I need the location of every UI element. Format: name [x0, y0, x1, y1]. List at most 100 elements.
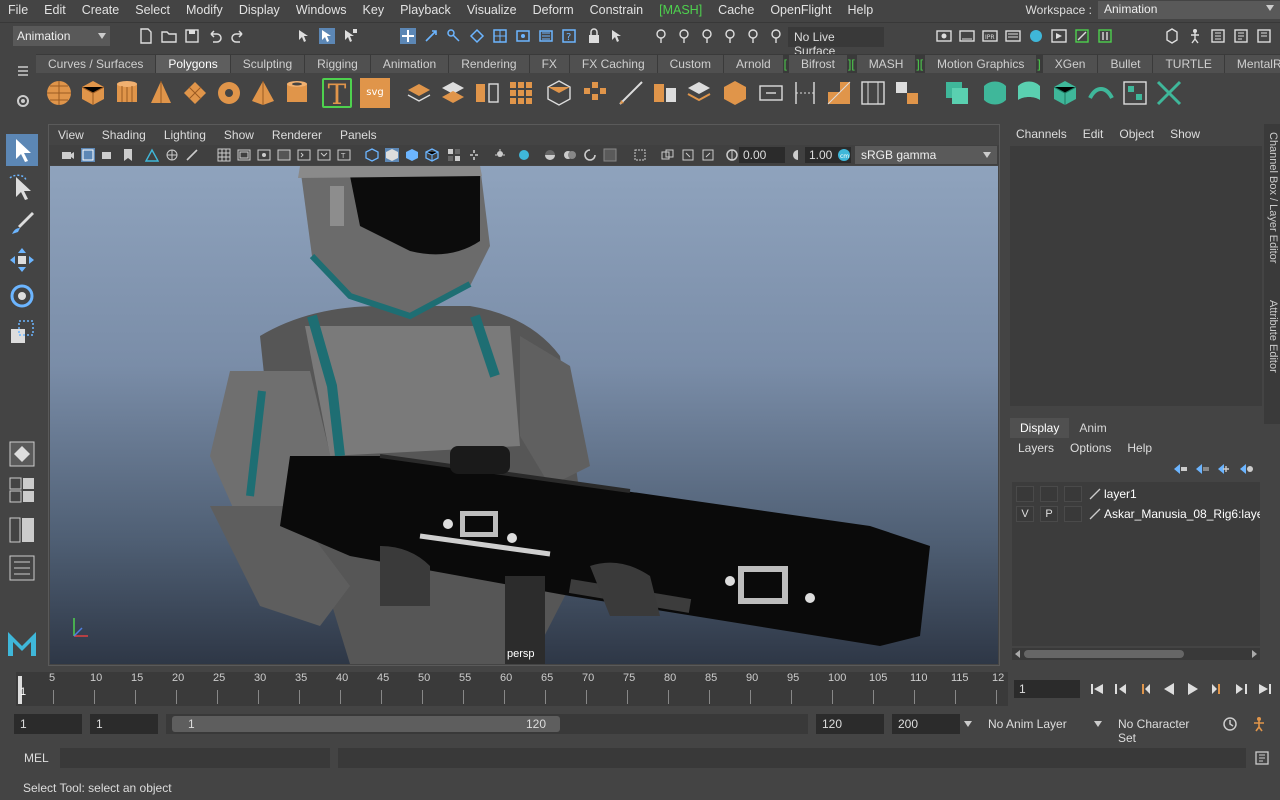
- layer-color-swatch-icon[interactable]: [1088, 507, 1102, 521]
- menu-modify[interactable]: Modify: [178, 3, 231, 17]
- multi-cut-icon[interactable]: [616, 78, 646, 108]
- combine-icon[interactable]: [404, 78, 434, 108]
- ipr-render-icon[interactable]: IPR: [982, 28, 998, 44]
- new-scene-icon[interactable]: [138, 28, 154, 44]
- use-all-lights-icon[interactable]: [447, 148, 461, 162]
- layer-display-type-toggle[interactable]: [1064, 486, 1082, 502]
- layer-display-type-toggle[interactable]: [1064, 506, 1082, 522]
- four-view-layout-icon[interactable]: [6, 474, 38, 506]
- human-ik-icon[interactable]: [1187, 28, 1203, 44]
- select-hierarchy-icon[interactable]: [296, 28, 312, 44]
- quad-draw-icon[interactable]: [824, 78, 854, 108]
- shelf-tab-arnold[interactable]: Arnold: [723, 55, 783, 73]
- layer-visibility-toggle[interactable]: V: [1016, 506, 1034, 522]
- outliner-icon[interactable]: [6, 552, 38, 584]
- menu-create[interactable]: Create: [74, 3, 128, 17]
- chevron-down-icon[interactable]: [1094, 721, 1102, 727]
- layer-visibility-toggle[interactable]: [1016, 486, 1034, 502]
- layer-name[interactable]: Askar_Manusia_08_Rig6:layer: [1104, 507, 1260, 521]
- poly-cylinder-icon[interactable]: [112, 78, 142, 108]
- grid-toggle-icon[interactable]: [145, 148, 159, 162]
- channel-box-menu-object[interactable]: Object: [1111, 127, 1162, 141]
- exposure-field[interactable]: 0.00: [739, 147, 785, 163]
- range-slider-thumb[interactable]: 1 120: [172, 716, 560, 732]
- anim-layer-field[interactable]: No Anim Layer: [982, 714, 1082, 734]
- menu-mash[interactable]: [MASH]: [651, 3, 710, 17]
- range-slider[interactable]: 1 120: [166, 714, 808, 734]
- pick-mask-dynamics-icon[interactable]: [538, 28, 554, 44]
- pick-mask-joints-icon[interactable]: [446, 28, 462, 44]
- merge-icon[interactable]: [756, 78, 786, 108]
- insert-edge-loop-icon[interactable]: [858, 78, 888, 108]
- snap-to-projected-center-icon[interactable]: [722, 28, 738, 44]
- resolution-gate-icon[interactable]: [185, 148, 199, 162]
- mel-input[interactable]: [60, 748, 330, 768]
- scale-tool-icon[interactable]: [6, 316, 38, 348]
- tab-anim[interactable]: Anim: [1069, 418, 1116, 438]
- smooth-icon[interactable]: [506, 78, 536, 108]
- multisample-aa-icon[interactable]: [543, 148, 557, 162]
- channel-box-menu-show[interactable]: Show: [1162, 127, 1208, 141]
- snap-to-grid-icon[interactable]: [653, 28, 669, 44]
- xray-icon[interactable]: [603, 148, 617, 162]
- highlight-selection-icon[interactable]: [609, 28, 625, 44]
- pick-mask-all-icon[interactable]: [400, 28, 416, 44]
- menu-cache[interactable]: Cache: [710, 3, 762, 17]
- step-forward-key-icon[interactable]: [1234, 682, 1248, 696]
- two-sided-lighting-icon[interactable]: [701, 148, 715, 162]
- film-gate-icon[interactable]: [165, 148, 179, 162]
- select-tool-icon[interactable]: [6, 134, 38, 166]
- panel-menu-panels[interactable]: Panels: [331, 128, 386, 142]
- camera-attributes-icon[interactable]: [81, 148, 95, 162]
- play-forwards-icon[interactable]: [1186, 682, 1200, 696]
- image-plane-icon[interactable]: [121, 148, 135, 162]
- shelf-tab-animation[interactable]: Animation: [370, 55, 449, 73]
- perspective-viewport[interactable]: persp: [50, 166, 998, 664]
- modeling-toolkit-icon[interactable]: [1164, 28, 1180, 44]
- step-forward-frame-icon[interactable]: [1210, 682, 1224, 696]
- extrude-icon[interactable]: [544, 78, 574, 108]
- bevel-icon[interactable]: [580, 78, 610, 108]
- menu-select[interactable]: Select: [127, 3, 178, 17]
- mirror-icon[interactable]: [472, 78, 502, 108]
- mel-label[interactable]: MEL: [24, 751, 49, 765]
- current-frame-field[interactable]: 1: [1014, 680, 1080, 698]
- isolate-select-icon[interactable]: [583, 148, 597, 162]
- safe-title-icon[interactable]: [257, 148, 271, 162]
- svg-icon[interactable]: svg: [360, 78, 390, 108]
- target-weld-icon[interactable]: [790, 78, 820, 108]
- layer-playback-toggle[interactable]: [1040, 486, 1058, 502]
- hypershade-icon[interactable]: [1005, 28, 1021, 44]
- script-editor-icon[interactable]: [1254, 750, 1270, 766]
- scroll-left-icon[interactable]: [1014, 650, 1022, 658]
- exposure-icon[interactable]: [725, 148, 739, 162]
- separate-icon[interactable]: [438, 78, 468, 108]
- paint-select-tool-icon[interactable]: [6, 208, 38, 240]
- attribute-toggle-icon[interactable]: [1097, 28, 1113, 44]
- poly-type-icon[interactable]: T: [322, 78, 352, 110]
- bookmarks-icon[interactable]: [101, 148, 115, 162]
- xray-joints-icon[interactable]: [633, 148, 647, 162]
- panel-menu-renderer[interactable]: Renderer: [263, 128, 331, 142]
- pick-mask-misc-icon[interactable]: ?: [561, 28, 577, 44]
- move-layer-down-icon[interactable]: [1194, 462, 1210, 476]
- pick-mask-deformations-icon[interactable]: [515, 28, 531, 44]
- uv-planar-icon[interactable]: [942, 78, 972, 108]
- auto-key-icon[interactable]: [1222, 716, 1238, 732]
- render-sequence-icon[interactable]: [1051, 28, 1067, 44]
- layer-playback-toggle[interactable]: P: [1040, 506, 1058, 522]
- channel-box-area[interactable]: [1010, 146, 1262, 406]
- offset-edge-loop-icon[interactable]: [892, 78, 922, 108]
- wireframe-on-shaded-icon[interactable]: [405, 148, 419, 162]
- play-backwards-icon[interactable]: [1162, 682, 1176, 696]
- shelf-menu-icon[interactable]: [14, 62, 32, 80]
- go-to-end-icon[interactable]: [1258, 682, 1272, 696]
- select-object-icon[interactable]: [319, 28, 335, 44]
- playback-end-field[interactable]: 120: [816, 714, 884, 734]
- menu-display[interactable]: Display: [231, 3, 288, 17]
- shelf-tab-bullet[interactable]: Bullet: [1098, 55, 1153, 73]
- animation-preferences-icon[interactable]: [1250, 716, 1268, 732]
- playback-start-field[interactable]: 1: [90, 714, 158, 734]
- poly-cube-icon[interactable]: [78, 78, 108, 108]
- poly-plane-icon[interactable]: [180, 78, 210, 108]
